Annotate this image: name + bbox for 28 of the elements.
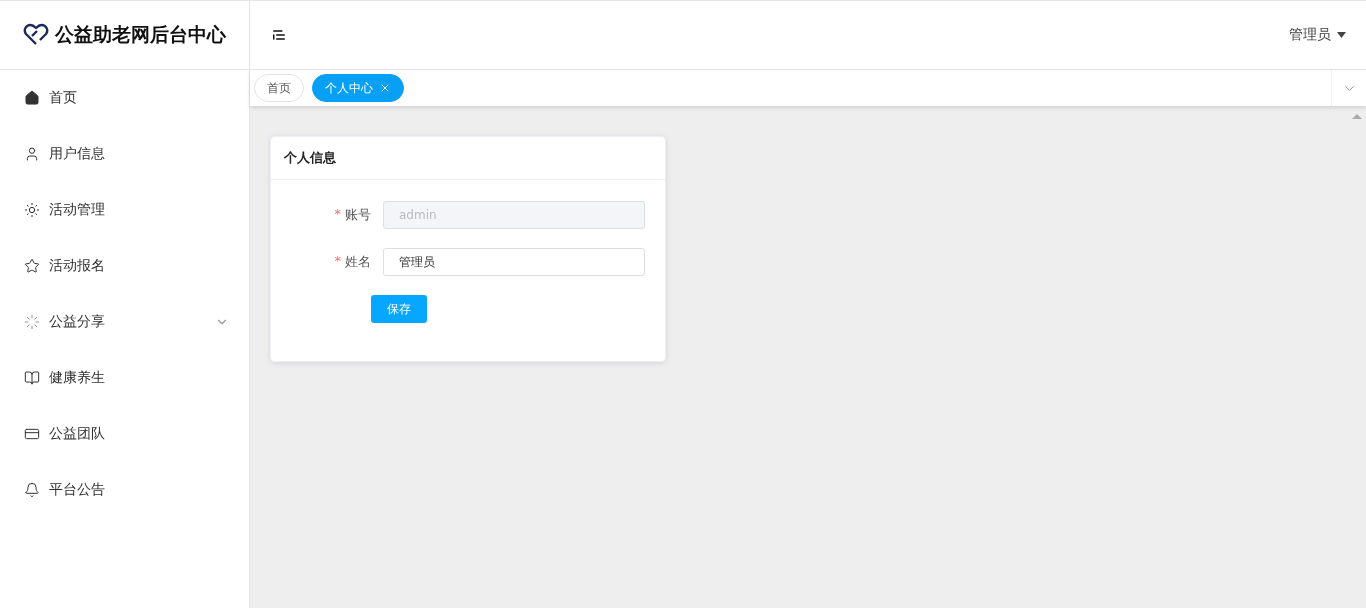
menu-item[interactable]: 公益团队 xyxy=(0,406,249,462)
card-title: 个人信息 xyxy=(271,137,665,180)
field-label: * 账号 xyxy=(333,206,372,224)
heart-logo-icon xyxy=(23,23,49,47)
app-title: 公益助老网后台中心 xyxy=(55,22,226,47)
spinner-icon xyxy=(24,314,40,330)
bell-icon xyxy=(24,482,40,498)
user-menu[interactable]: 管理员 xyxy=(1289,26,1346,44)
tab[interactable]: 首页 xyxy=(254,74,304,102)
caret-icon xyxy=(1337,32,1346,38)
user-icon xyxy=(24,146,40,162)
scroll-up-icon[interactable] xyxy=(1352,114,1362,119)
field-label: * 姓名 xyxy=(333,253,372,271)
star-icon xyxy=(24,258,40,274)
book-icon xyxy=(24,370,40,386)
close-icon[interactable] xyxy=(379,82,391,94)
sun-icon xyxy=(24,202,40,218)
menu-toggle-icon[interactable] xyxy=(272,28,286,42)
input-field[interactable]: 管理员 xyxy=(383,248,645,276)
menu-item[interactable]: 活动管理 xyxy=(0,182,249,238)
menu-item[interactable]: 用户信息 xyxy=(0,126,249,182)
menu-item[interactable]: 公益分享 xyxy=(0,294,249,350)
card-icon xyxy=(24,426,40,442)
menu-item[interactable]: 健康养生 xyxy=(0,350,249,406)
menu-item[interactable]: 活动报名 xyxy=(0,238,249,294)
menu-item[interactable]: 首页 xyxy=(0,70,249,126)
menu-item[interactable]: 平台公告 xyxy=(0,462,249,518)
home-icon xyxy=(24,90,40,106)
